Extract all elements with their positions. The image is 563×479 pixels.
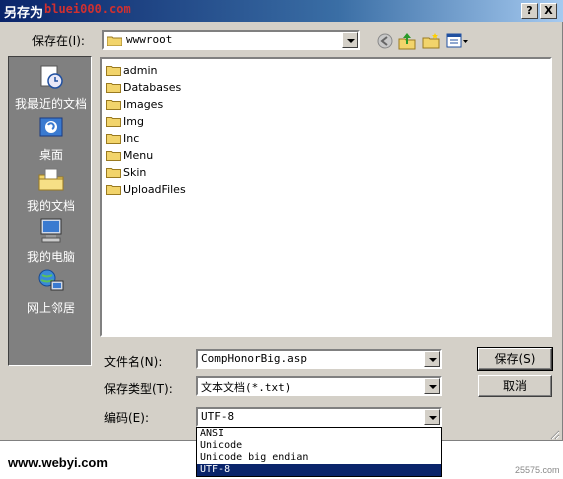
folder-icon [106, 151, 121, 161]
up-folder-icon[interactable] [398, 32, 416, 50]
desktop-icon [39, 117, 63, 137]
title-bar[interactable]: 另存为 bluei000.com ? X [0, 0, 563, 22]
filetype-select[interactable]: 文本文档(*.txt) [196, 376, 442, 396]
encoding-option[interactable]: ANSI [197, 428, 441, 440]
filename-label: 文件名(N): [104, 355, 163, 369]
place-my-computer[interactable]: 我的电脑 [9, 214, 93, 264]
file-name: UploadFiles [123, 183, 186, 196]
folder-icon [106, 100, 121, 110]
help-button[interactable]: ? [521, 3, 538, 19]
my-computer-icon [40, 218, 62, 243]
chevron-down-icon[interactable] [424, 409, 440, 425]
place-label: 我的文档 [26, 199, 75, 213]
encoding-value: UTF-8 [201, 410, 235, 423]
chevron-down-icon[interactable] [424, 378, 440, 394]
file-list[interactable]: admin Databases Images Img Inc Menu Skin [100, 57, 552, 337]
file-name: Skin [123, 166, 147, 179]
places-bar: 我最近的文档 桌面 我的文档 我的电脑 网上邻居 [8, 56, 92, 366]
save-button[interactable]: 保存(S) [477, 347, 553, 371]
filename-input[interactable]: CompHonorBig.asp [196, 349, 442, 369]
folder-icon [106, 168, 121, 178]
place-label: 桌面 [38, 148, 63, 162]
file-name: Img [123, 115, 144, 128]
footer-watermark-right: 25575.com [515, 465, 560, 475]
recent-documents-icon [40, 65, 63, 89]
close-button[interactable]: X [540, 3, 557, 19]
place-desktop[interactable]: 桌面 [9, 112, 93, 162]
encoding-option[interactable]: Unicode [197, 440, 441, 452]
encoding-option-selected[interactable]: UTF-8 [197, 464, 441, 476]
file-name: Images [123, 98, 164, 111]
file-name: Inc [123, 132, 140, 145]
place-label: 我的电脑 [26, 250, 75, 264]
new-folder-icon[interactable] [422, 32, 440, 50]
back-icon[interactable] [376, 32, 394, 50]
filetype-value: 文本文档(*.txt) [201, 381, 292, 394]
folder-icon [106, 185, 121, 195]
file-name: Databases [123, 81, 182, 94]
encoding-select[interactable]: UTF-8 [196, 407, 442, 427]
place-label: 我最近的文档 [14, 97, 87, 111]
view-menu-icon[interactable] [446, 32, 470, 50]
save-as-dialog: 另存为 bluei000.com ? X 保存在(I): wwwroot 我最近… [0, 0, 563, 441]
network-places-icon [38, 269, 64, 291]
folder-icon [106, 117, 121, 127]
filename-value: CompHonorBig.asp [201, 352, 307, 365]
encoding-dropdown-list[interactable]: ANSI Unicode Unicode big endian UTF-8 [196, 427, 442, 477]
folder-icon [106, 134, 121, 144]
resize-grip-icon[interactable] [548, 428, 560, 440]
save-in-label: 保存在(I): [32, 34, 85, 48]
file-name: admin [123, 64, 158, 77]
file-name: Menu [123, 149, 154, 162]
save-in-value: wwwroot [126, 33, 173, 46]
place-network[interactable]: 网上邻居 [9, 265, 93, 315]
folder-icon [106, 83, 121, 93]
folder-icon [107, 36, 122, 46]
encoding-label: 编码(E): [104, 411, 149, 425]
dialog-title: 另存为 [4, 6, 44, 21]
cancel-button[interactable]: 取消 [478, 375, 552, 397]
folder-icon [106, 66, 121, 76]
chevron-down-icon[interactable] [342, 32, 358, 48]
place-label: 网上邻居 [26, 301, 75, 315]
footer-watermark-left: www.webyi.com [8, 455, 108, 470]
my-documents-icon [38, 168, 64, 191]
save-in-combo[interactable]: wwwroot [102, 30, 360, 50]
place-recent-documents[interactable]: 我最近的文档 [9, 61, 93, 111]
encoding-option[interactable]: Unicode big endian [197, 452, 441, 464]
title-watermark: bluei000.com [44, 2, 131, 16]
chevron-down-icon[interactable] [424, 351, 440, 367]
place-my-documents[interactable]: 我的文档 [9, 163, 93, 213]
filetype-label: 保存类型(T): [104, 382, 173, 396]
